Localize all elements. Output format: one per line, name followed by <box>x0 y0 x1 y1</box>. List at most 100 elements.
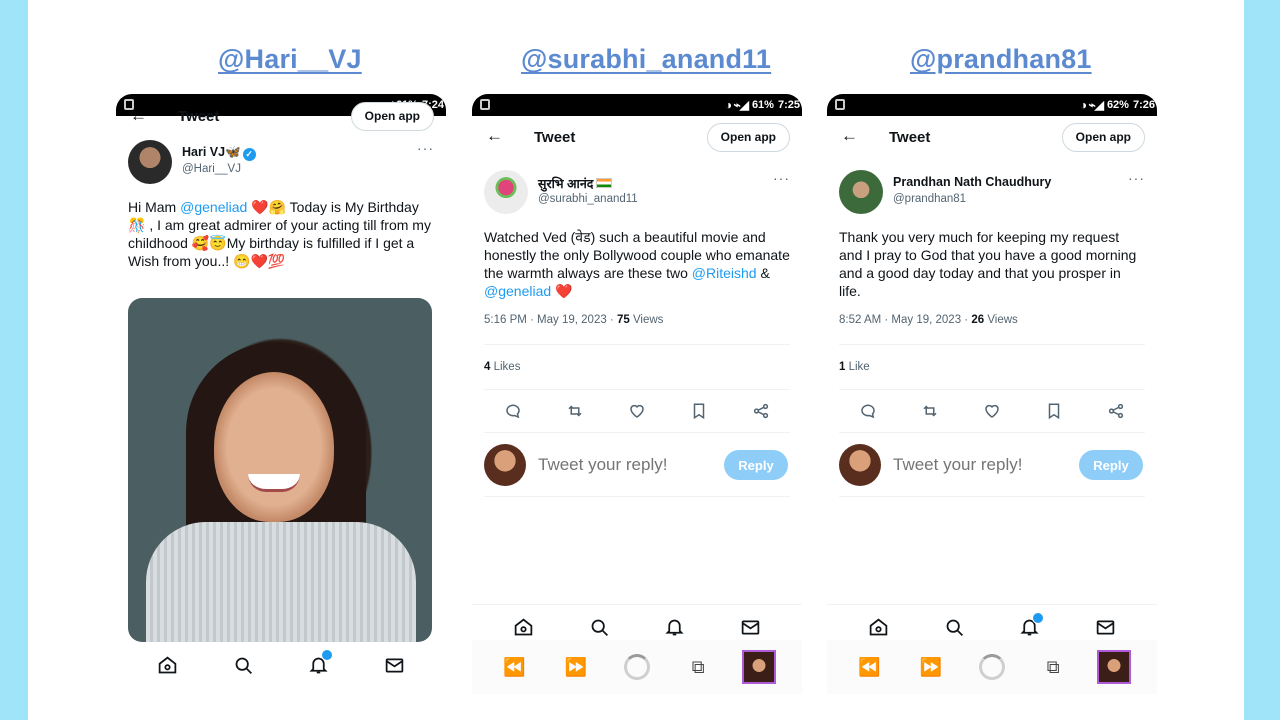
back-arrow-icon[interactable]: ← <box>130 106 147 126</box>
avatar[interactable] <box>128 140 172 184</box>
mention-link[interactable]: @Riteishd <box>692 265 757 281</box>
profile-thumbnail[interactable] <box>741 649 777 685</box>
tweet-actions <box>839 400 1145 424</box>
divider <box>484 389 790 390</box>
home-icon[interactable] <box>155 652 181 678</box>
tweet-text: Thank you very much for keeping my reque… <box>839 229 1137 299</box>
fast-forward-icon[interactable]: ⏩ <box>913 649 949 685</box>
panel-1-handle-label: @Hari__VJ <box>218 44 362 74</box>
messages-icon[interactable] <box>381 652 407 678</box>
mention-link[interactable]: @geneliad <box>484 283 551 299</box>
loading-spinner-icon <box>619 649 655 685</box>
notification-badge <box>1031 611 1044 624</box>
signal-icons: ◑ ⌁◢ <box>1079 98 1104 112</box>
reply-input[interactable] <box>893 455 1063 475</box>
phone-screenshot-3: ◑ ⌁◢ 62% 7:26 ← Tweet Open app Prandhan … <box>827 94 1157 720</box>
share-icon[interactable] <box>1105 400 1127 422</box>
tabs-icon[interactable]: ⧉ <box>1035 649 1071 685</box>
avatar[interactable] <box>484 170 528 214</box>
author-handle[interactable]: @Hari__VJ <box>182 163 241 175</box>
reply-button[interactable]: Reply <box>724 450 788 480</box>
right-border-bar <box>1244 0 1280 720</box>
home-icon[interactable] <box>866 615 892 641</box>
author-handle[interactable]: @surabhi_anand11 <box>538 193 638 205</box>
battery-level: 61% <box>751 99 774 111</box>
avatar[interactable] <box>839 170 883 214</box>
back-arrow-icon[interactable]: ← <box>841 126 858 146</box>
tabs-icon[interactable]: ⧉ <box>680 649 716 685</box>
phone-screenshot-2: ◑ ⌁◢ 61% 7:25 ← Tweet Open app सुरभि आनं… <box>472 94 802 720</box>
browser-toolbar: ⏪ ⏩ ⧉ <box>472 640 802 694</box>
reply-icon[interactable] <box>502 400 524 422</box>
header-title: Tweet <box>889 129 931 146</box>
signal-icons: ◑ ⌁◢ <box>724 98 749 112</box>
like-icon[interactable] <box>626 400 648 422</box>
tweet-photo[interactable] <box>128 298 432 642</box>
home-icon[interactable] <box>511 615 537 641</box>
phone-screenshot-1: ◑ ⌁◢ 61% 7:24 ← Tweet Open app Hari VJ🦋✓… <box>116 94 446 720</box>
mention-link[interactable]: @geneliad <box>180 199 247 215</box>
retweet-icon[interactable] <box>919 400 941 422</box>
tweet-text: Watched Ved (वेड) such a beautiful movie… <box>484 229 790 299</box>
rewind-icon[interactable]: ⏪ <box>852 649 888 685</box>
divider <box>839 389 1145 390</box>
divider <box>484 344 790 345</box>
likes-count[interactable]: 1 Like <box>839 361 870 373</box>
notifications-icon[interactable] <box>1017 611 1044 641</box>
search-icon[interactable] <box>230 652 256 678</box>
bottom-nav <box>116 642 446 688</box>
status-bar: ◑ ⌁◢ 61% 7:25 <box>472 94 802 116</box>
india-flag-icon <box>596 178 613 188</box>
likes-count[interactable]: 4 Likes <box>484 361 520 373</box>
more-options-icon[interactable]: ··· <box>417 140 434 156</box>
like-icon[interactable] <box>981 400 1003 422</box>
bookmark-icon[interactable] <box>1043 400 1065 422</box>
avatar <box>839 444 881 486</box>
retweet-icon[interactable] <box>564 400 586 422</box>
author-name[interactable]: Prandhan Nath Chaudhury <box>893 175 1051 189</box>
panel-2-handle-label: @surabhi_anand11 <box>521 44 772 74</box>
status-time: 7:25 <box>777 99 800 111</box>
author-name[interactable]: सुरभि आनंद <box>538 175 613 192</box>
open-app-button[interactable]: Open app <box>350 102 434 131</box>
reply-input[interactable] <box>538 455 708 475</box>
divider <box>839 496 1145 497</box>
status-time: 7:26 <box>1132 99 1155 111</box>
verified-badge-icon: ✓ <box>242 148 256 161</box>
screenshot-icon <box>835 99 845 110</box>
header-title: Tweet <box>178 108 220 125</box>
tweet-meta: 5:16 PM · May 19, 2023 · 75 Views <box>484 314 664 326</box>
tweet-header: ← Tweet Open app <box>116 102 446 142</box>
rewind-icon[interactable]: ⏪ <box>497 649 533 685</box>
tweet-author: Hari VJ🦋 ✓ @Hari__VJ ··· <box>128 140 434 186</box>
tweet-header: ← Tweet Open app <box>472 122 802 156</box>
divider <box>484 496 790 497</box>
messages-icon[interactable] <box>737 615 763 641</box>
author-handle[interactable]: @prandhan81 <box>893 193 966 205</box>
back-arrow-icon[interactable]: ← <box>486 126 503 146</box>
fast-forward-icon[interactable]: ⏩ <box>558 649 594 685</box>
profile-thumbnail[interactable] <box>1096 649 1132 685</box>
tweet-author: Prandhan Nath Chaudhury @prandhan81 ··· <box>839 170 1145 216</box>
more-options-icon[interactable]: ··· <box>1128 170 1145 186</box>
reply-button[interactable]: Reply <box>1079 450 1143 480</box>
notifications-icon[interactable] <box>306 649 333 678</box>
search-icon[interactable] <box>941 615 967 641</box>
reply-composer: Reply <box>839 442 1145 490</box>
bookmark-icon[interactable] <box>688 400 710 422</box>
open-app-button[interactable]: Open app <box>1061 123 1145 152</box>
author-name[interactable]: Hari VJ🦋 ✓ <box>182 145 256 161</box>
more-options-icon[interactable]: ··· <box>773 170 790 186</box>
share-icon[interactable] <box>750 400 772 422</box>
avatar <box>484 444 526 486</box>
tweet-header: ← Tweet Open app <box>827 122 1157 156</box>
notifications-icon[interactable] <box>662 615 688 641</box>
tweet-meta: 8:52 AM · May 19, 2023 · 26 Views <box>839 314 1018 326</box>
divider <box>484 432 790 433</box>
search-icon[interactable] <box>586 615 612 641</box>
left-border-bar <box>0 0 28 720</box>
reply-icon[interactable] <box>857 400 879 422</box>
messages-icon[interactable] <box>1092 615 1118 641</box>
tweet-author: सुरभि आनंद @surabhi_anand11 ··· <box>484 170 790 216</box>
open-app-button[interactable]: Open app <box>706 123 790 152</box>
